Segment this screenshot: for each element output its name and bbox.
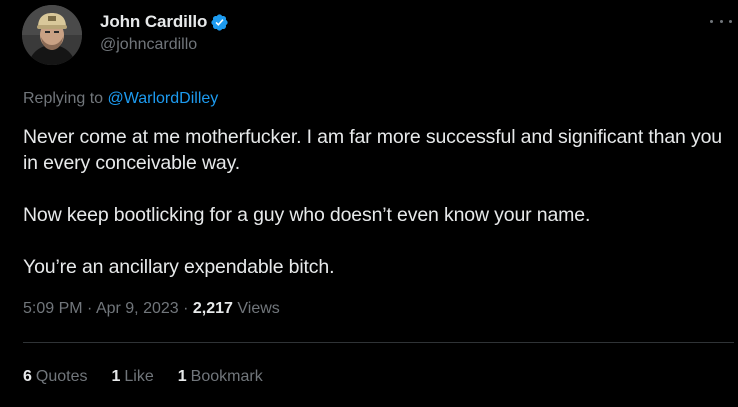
- tweet-paragraph: Never come at me motherfucker. I am far …: [23, 126, 722, 174]
- likes-label: Like: [124, 368, 154, 385]
- avatar[interactable]: [22, 5, 82, 65]
- display-name-row: John Cardillo: [100, 11, 229, 33]
- divider: [23, 342, 734, 343]
- views-label: Views: [232, 300, 280, 317]
- likes-stat[interactable]: 1 Like: [112, 368, 154, 386]
- tweet-meta: 5:09 PM · Apr 9, 2023 · 2,217 Views: [23, 300, 280, 318]
- display-name[interactable]: John Cardillo: [100, 12, 207, 32]
- avatar-image: [22, 5, 82, 65]
- tweet-paragraph: Now keep bootlicking for a guy who doesn…: [23, 204, 591, 226]
- reply-target-link[interactable]: @WarlordDilley: [108, 90, 219, 107]
- handle[interactable]: @johncardillo: [100, 36, 229, 54]
- replying-to-prefix: Replying to: [23, 90, 108, 107]
- tweet-text: Never come at me motherfucker. I am far …: [23, 124, 723, 306]
- verified-badge-icon[interactable]: [210, 13, 229, 32]
- author-block: John Cardillo @johncardillo: [100, 11, 229, 54]
- quotes-count: 6: [23, 368, 32, 385]
- tweet-paragraph: You’re an ancillary expendable bitch.: [23, 256, 335, 278]
- tweet-time[interactable]: 5:09 PM: [23, 300, 83, 317]
- bookmarks-stat[interactable]: 1 Bookmark: [178, 368, 263, 386]
- quotes-stat[interactable]: 6 Quotes: [23, 368, 88, 386]
- bookmarks-label: Bookmark: [190, 368, 263, 385]
- tweet-date[interactable]: Apr 9, 2023: [96, 300, 179, 317]
- meta-separator: ·: [178, 300, 193, 317]
- replying-to-line: Replying to @WarlordDilley: [23, 90, 218, 108]
- bookmarks-count: 1: [177, 368, 187, 385]
- tweet-card: John Cardillo @johncardillo Replying to …: [0, 0, 738, 407]
- more-options-icon[interactable]: [710, 12, 732, 30]
- likes-count: 1: [111, 368, 121, 385]
- engagement-stats: 6 Quotes 1 Like 1 Bookmark: [23, 368, 287, 386]
- views-count: 2,217: [192, 300, 233, 317]
- meta-separator: ·: [82, 300, 96, 317]
- quotes-label: Quotes: [35, 368, 88, 385]
